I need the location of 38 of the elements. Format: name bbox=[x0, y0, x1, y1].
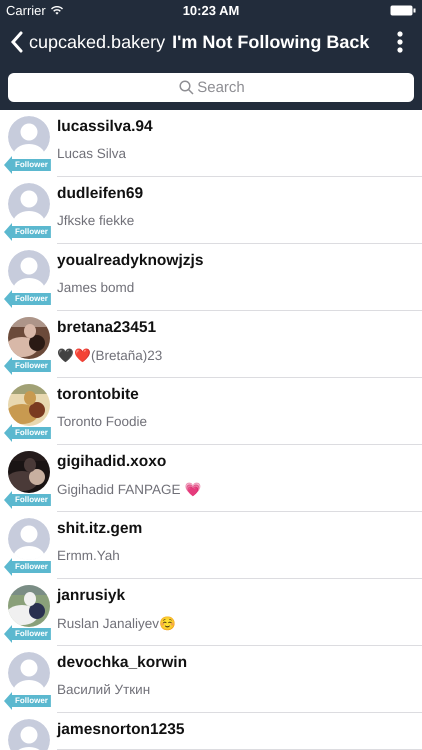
username: janrusiyk bbox=[57, 587, 126, 605]
back-button[interactable]: cupcaked.bakery bbox=[10, 31, 166, 53]
follower-tag: Follower bbox=[4, 156, 51, 174]
full-name: James bomd bbox=[57, 280, 136, 295]
wifi-icon bbox=[50, 5, 64, 15]
username: youalreadyknowjzjs bbox=[57, 252, 204, 270]
username: gigihadid.xoxo bbox=[57, 453, 168, 471]
clock: 10:23 AM bbox=[182, 2, 240, 18]
username: jamesnorton1235 bbox=[57, 721, 186, 739]
full-name: 🖤❤(Bretaña)23 bbox=[57, 347, 164, 363]
search-icon bbox=[179, 80, 194, 95]
username: torontobite bbox=[57, 386, 140, 404]
full-name: Ruslan Janaliyev☺ bbox=[57, 615, 178, 631]
full-name: Jfkske fiekke bbox=[57, 213, 136, 228]
username: lucassilva.94 bbox=[57, 118, 154, 136]
follower-tag: Follower bbox=[4, 692, 51, 710]
follower-tag: Follower bbox=[4, 290, 51, 308]
full-name: Gigihadid FANPAGE 💗 bbox=[57, 481, 202, 497]
follower-tag: Follower bbox=[4, 491, 51, 509]
full-name: Lucas Silva bbox=[57, 146, 128, 161]
full-name: Ermm.Yah bbox=[57, 548, 121, 563]
screen-title: I'm Not Following Back bbox=[172, 32, 370, 52]
chevron-left-icon bbox=[10, 31, 23, 53]
follower-tag: Follower bbox=[4, 424, 51, 442]
battery-icon bbox=[390, 4, 416, 16]
follower-tag: Follower bbox=[4, 357, 51, 375]
follower-tag: Follower bbox=[4, 625, 51, 643]
follower-tag: Follower bbox=[4, 558, 51, 576]
full-name: Toronto Foodie bbox=[57, 414, 148, 429]
full-name: Василий Уткин bbox=[57, 682, 152, 697]
username: devochka_korwin bbox=[57, 654, 188, 672]
more-options-icon[interactable] bbox=[396, 31, 404, 53]
search-field[interactable]: Search bbox=[8, 73, 414, 102]
follower-tag: Follower bbox=[4, 223, 51, 241]
username: bretana23451 bbox=[57, 319, 158, 337]
username: shit.itz.gem bbox=[57, 520, 144, 538]
carrier-label: Carrier bbox=[6, 2, 46, 18]
username: dudleifen69 bbox=[57, 185, 144, 203]
